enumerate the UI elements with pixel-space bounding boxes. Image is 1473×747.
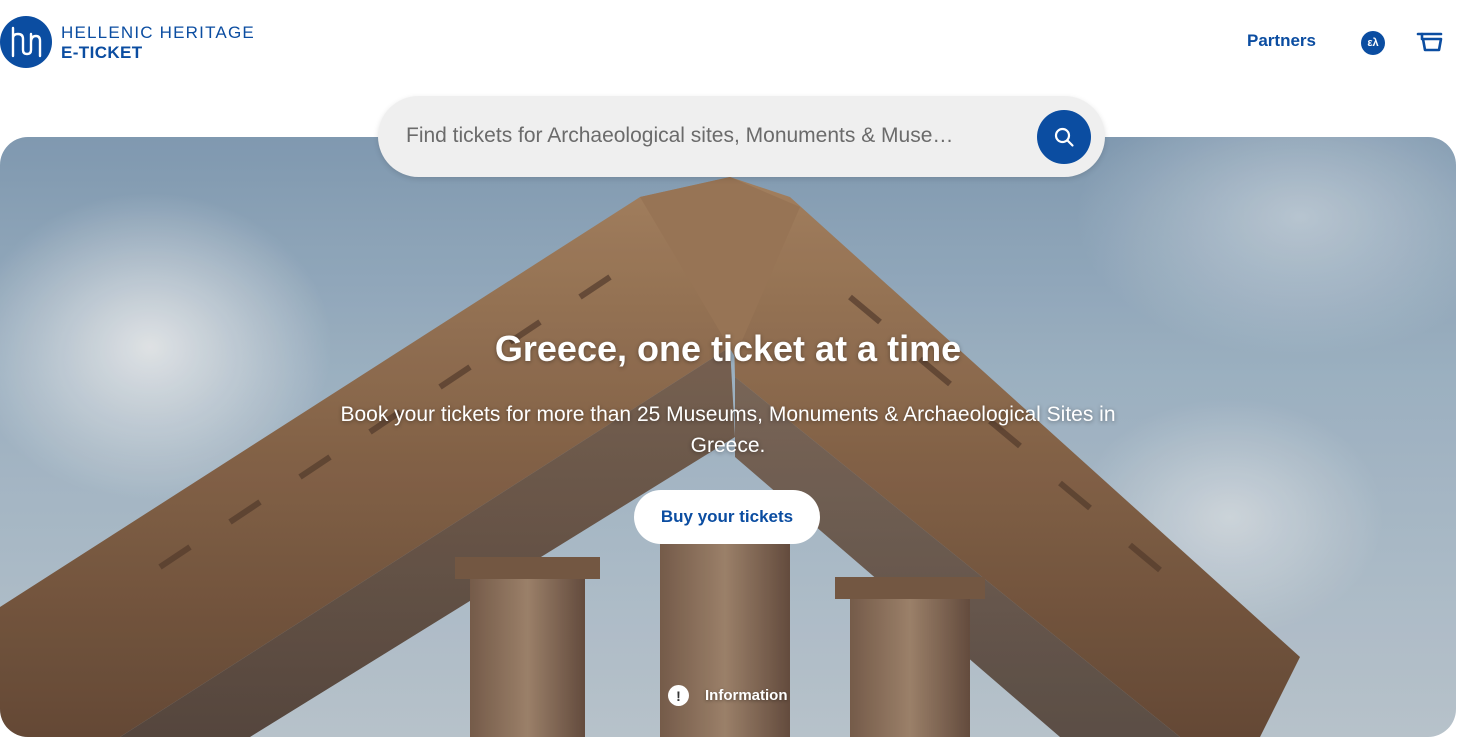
exclamation-icon: ! bbox=[668, 685, 689, 706]
ticket-search-bar bbox=[378, 96, 1105, 177]
cart-icon bbox=[1416, 32, 1443, 52]
information-label: Information bbox=[705, 687, 788, 704]
logo-line-1: HELLENIC HERITAGE bbox=[61, 22, 255, 42]
information-link[interactable]: ! Information bbox=[668, 685, 788, 706]
hero-banner: Greece, one ticket at a time Book your t… bbox=[0, 137, 1456, 737]
search-button[interactable] bbox=[1037, 110, 1091, 164]
search-icon bbox=[1054, 127, 1074, 147]
logo-text: HELLENIC HERITAGE E-TICKET bbox=[61, 24, 255, 61]
hh-monogram-icon bbox=[0, 16, 52, 68]
hero-title: Greece, one ticket at a time bbox=[494, 328, 962, 369]
buy-tickets-button[interactable]: Buy your tickets bbox=[634, 490, 820, 544]
search-input[interactable] bbox=[406, 116, 1026, 156]
language-switch-button[interactable]: ελ bbox=[1361, 31, 1385, 55]
nav-partners-link[interactable]: Partners bbox=[1247, 31, 1316, 51]
logo-line-2: E-TICKET bbox=[61, 42, 143, 62]
cart-button[interactable] bbox=[1416, 30, 1444, 56]
hero-subtitle: Book your tickets for more than 25 Museu… bbox=[340, 403, 1116, 457]
site-header: HELLENIC HERITAGE E-TICKET Partners ελ bbox=[0, 0, 1473, 84]
site-logo[interactable]: HELLENIC HERITAGE E-TICKET bbox=[0, 14, 255, 70]
